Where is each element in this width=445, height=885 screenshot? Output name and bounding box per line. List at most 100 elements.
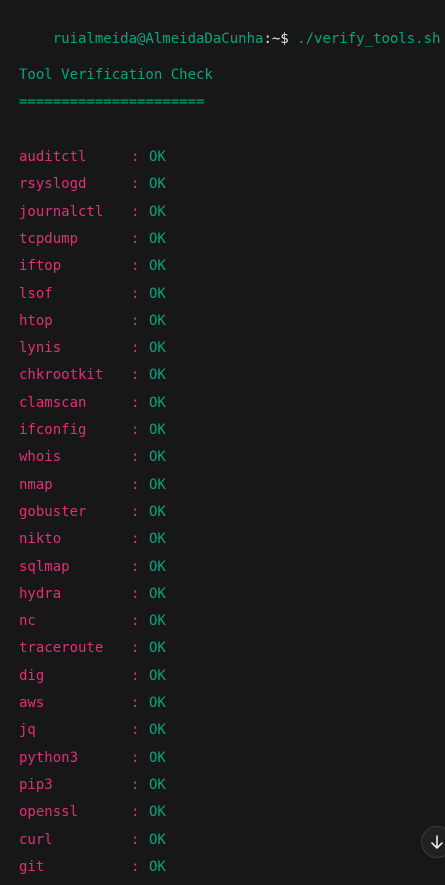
tool-separator: :: [131, 613, 148, 630]
tool-name: traceroute: [19, 640, 104, 657]
tool-separator: :: [131, 722, 148, 739]
tool-name: jq: [19, 722, 36, 739]
tool-separator: :: [131, 394, 148, 411]
tool-row: chkrootkit: OK: [19, 366, 166, 384]
tool-row: auditctl: OK: [19, 148, 166, 166]
tool-name: clamscan: [19, 394, 87, 411]
tool-row: iftop: OK: [19, 257, 166, 275]
tool-name: rsyslogd: [19, 176, 87, 193]
tool-status: OK: [149, 449, 166, 466]
tool-row: traceroute: OK: [19, 639, 166, 657]
output-title-underline: ======================: [19, 94, 205, 110]
tool-separator: :: [131, 422, 148, 438]
tool-row: openssl: OK: [19, 803, 166, 821]
tool-row: dig: OK: [19, 667, 166, 685]
tool-row: tcpdump: OK: [19, 230, 166, 248]
tool-name: ifconfig: [19, 422, 87, 438]
tool-status: OK: [149, 531, 166, 548]
tool-row: lynis: OK: [19, 339, 166, 357]
tool-separator: :: [131, 503, 148, 520]
tool-row: journalctl: OK: [19, 203, 166, 221]
tool-name: curl: [19, 831, 53, 848]
tool-separator: :: [131, 804, 148, 821]
tool-row: sqlmap: OK: [19, 558, 166, 576]
tool-separator: :: [131, 667, 148, 684]
tool-separator: :: [131, 340, 148, 357]
tool-name: sqlmap: [19, 558, 70, 575]
tool-name: pip3: [19, 776, 53, 793]
tool-separator: :: [131, 640, 148, 657]
tool-name: python3: [19, 749, 79, 766]
tool-name: chkrootkit: [19, 367, 104, 384]
tool-name: whois: [19, 449, 62, 466]
tool-status: OK: [149, 503, 166, 520]
prompt-command: ./verify_tools.sh: [297, 31, 441, 47]
tool-status: OK: [149, 285, 166, 302]
tool-row: hydra: OK: [19, 585, 166, 603]
tool-separator: :: [131, 285, 148, 302]
tool-name: lynis: [19, 340, 62, 357]
tool-status: OK: [149, 749, 166, 766]
arrow-down-icon: [431, 835, 443, 849]
tool-row: jq: OK: [19, 721, 166, 739]
tool-separator: :: [131, 776, 148, 793]
tool-name: journalctl: [19, 203, 104, 220]
tool-name: gobuster: [19, 503, 87, 520]
output-title: Tool Verification Check: [19, 67, 213, 83]
tool-name: htop: [19, 312, 53, 329]
tool-status: OK: [149, 176, 166, 193]
tool-row: aws: OK: [19, 694, 166, 712]
tool-status: OK: [149, 312, 166, 329]
scroll-to-bottom-button[interactable]: [421, 826, 445, 858]
tool-status: OK: [149, 640, 166, 657]
tool-name: git: [19, 858, 45, 875]
tool-name: nmap: [19, 476, 53, 493]
tool-row: gobuster: OK: [19, 503, 166, 521]
tool-row: nikto: OK: [19, 530, 166, 548]
tool-separator: :: [131, 531, 148, 548]
tool-status: OK: [149, 776, 166, 793]
tool-separator: :: [131, 203, 148, 220]
tool-separator: :: [131, 258, 148, 275]
tool-name: iftop: [19, 258, 62, 275]
tool-row: pip3: OK: [19, 776, 166, 794]
tool-status: OK: [149, 258, 166, 275]
tool-status: OK: [149, 422, 166, 438]
tool-separator: :: [131, 558, 148, 575]
tool-status: OK: [149, 722, 166, 739]
tool-row: whois: OK: [19, 448, 166, 466]
tool-status: OK: [149, 476, 166, 493]
tool-status: OK: [149, 203, 166, 220]
tool-status: OK: [149, 558, 166, 575]
tool-separator: :: [131, 367, 148, 384]
tool-separator: :: [131, 449, 148, 466]
tool-status: OK: [149, 585, 166, 602]
tool-name: nikto: [19, 531, 62, 548]
prompt-user-host: ruialmeida@AlmeidaDaCunha: [52, 31, 264, 47]
tool-status: OK: [149, 149, 166, 165]
tool-status: OK: [149, 230, 166, 247]
tool-row: clamscan: OK: [19, 394, 166, 412]
tool-separator: :: [131, 312, 148, 329]
tool-status: OK: [149, 831, 166, 848]
tool-separator: :: [131, 749, 148, 766]
prompt-separator: :~$: [263, 31, 298, 47]
tool-row: python3: OK: [19, 749, 166, 767]
tool-name: lsof: [19, 285, 53, 302]
tool-name: auditctl: [19, 149, 87, 165]
tool-status: OK: [149, 340, 166, 357]
tool-row: curl: OK: [19, 831, 166, 849]
command-prompt-line: ruialmeida@AlmeidaDaCunha:~$ ./verify_to…: [19, 12, 441, 47]
tool-name: hydra: [19, 585, 62, 602]
tool-separator: :: [131, 695, 148, 711]
tool-separator: :: [131, 149, 148, 165]
tool-status: OK: [149, 613, 166, 630]
tool-row: nc: OK: [19, 612, 166, 630]
tool-row: ifconfig: OK: [19, 421, 166, 439]
tool-name: dig: [19, 667, 45, 684]
tool-name: aws: [19, 695, 45, 711]
tool-row: htop: OK: [19, 312, 166, 330]
tool-status: OK: [149, 695, 166, 711]
tool-status: OK: [149, 804, 166, 821]
tool-separator: :: [131, 858, 148, 875]
